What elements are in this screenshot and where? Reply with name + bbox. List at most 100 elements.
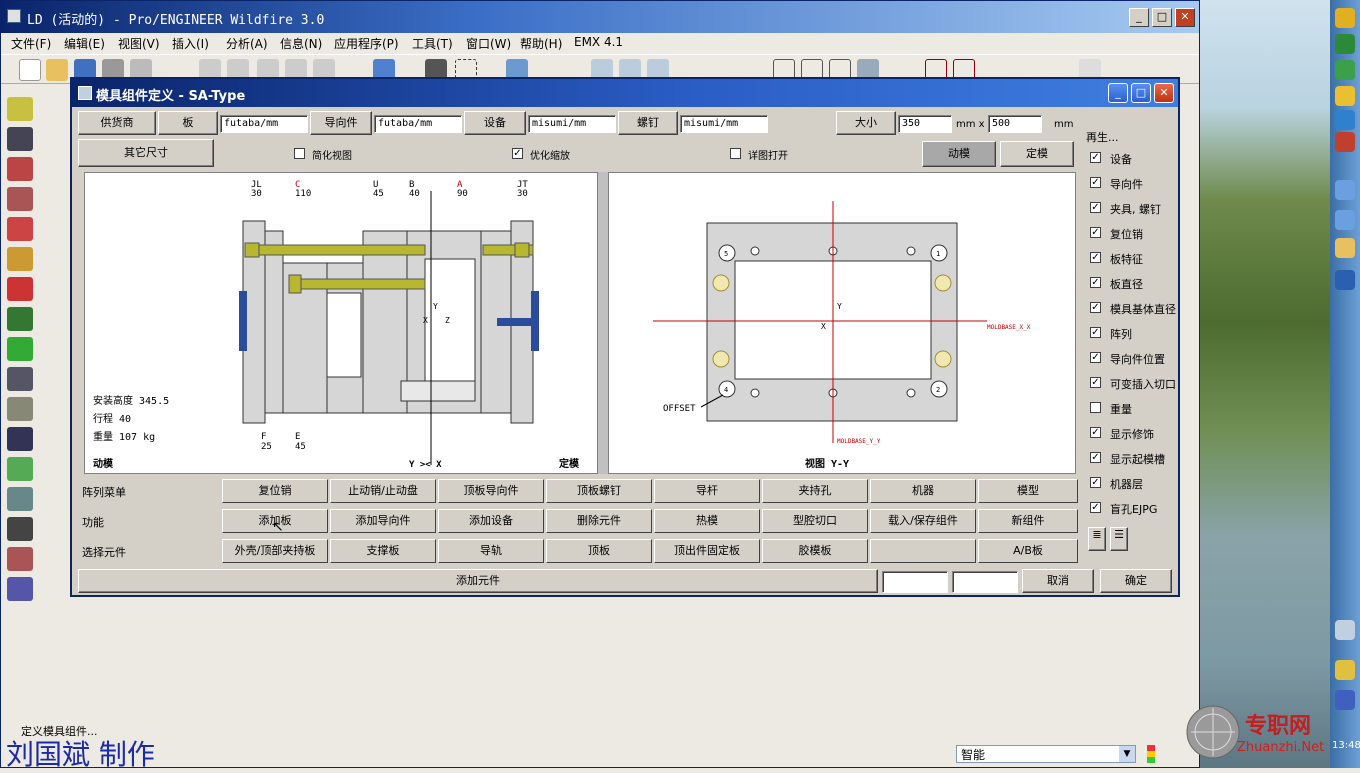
menu-tools[interactable]: 工具(T)	[412, 35, 453, 52]
stack-icon[interactable]	[7, 517, 33, 541]
open-folder-icon[interactable]	[46, 59, 68, 81]
add-equipment-button[interactable]: 添加设备	[438, 509, 544, 533]
plate-button[interactable]: 板	[158, 111, 218, 135]
delete-component-button[interactable]: 删除元件	[546, 509, 652, 533]
warning-icon[interactable]	[1335, 86, 1355, 106]
proe-icon[interactable]	[1335, 270, 1355, 290]
machine-button[interactable]: 机器	[870, 479, 976, 503]
size-button[interactable]: 大小	[836, 111, 896, 135]
cavity-cut-button[interactable]: 型腔切口	[762, 509, 868, 533]
option-checkbox[interactable]: ✓	[1090, 327, 1101, 338]
menu-window[interactable]: 窗口(W)	[466, 35, 511, 52]
ab-plate-button[interactable]: A/B板	[978, 539, 1078, 563]
option-checkbox[interactable]: ✓	[1090, 352, 1101, 363]
add-guide-button[interactable]: 添加导向件	[330, 509, 436, 533]
size-x-field[interactable]: 350	[898, 115, 952, 133]
plate-field[interactable]: futaba/mm	[220, 115, 308, 133]
selection-filter[interactable]: 智能 ▼	[956, 745, 1136, 763]
add-component-button[interactable]: 添加元件	[78, 569, 878, 593]
ejector-guide-button[interactable]: 顶板导向件	[438, 479, 544, 503]
lifter-icon[interactable]	[7, 337, 33, 361]
support-plate-button[interactable]: 支撑板	[330, 539, 436, 563]
window-icon[interactable]	[1335, 180, 1355, 200]
ejector-icon[interactable]	[7, 217, 33, 241]
volume-icon[interactable]	[1335, 660, 1355, 680]
folder-icon[interactable]	[1335, 238, 1355, 258]
detail-open-checkbox[interactable]	[730, 148, 741, 159]
load-save-assembly-button[interactable]: 载入/保存组件	[870, 509, 976, 533]
menu-emx[interactable]: EMX 4.1	[574, 35, 623, 49]
footer-field-2[interactable]	[952, 571, 1018, 593]
size-y-field[interactable]: 500	[988, 115, 1042, 133]
fixed-half-button[interactable]: 定模	[1000, 141, 1074, 167]
plate-icon[interactable]	[7, 127, 33, 151]
model-button[interactable]: 模型	[978, 479, 1078, 503]
menu-info[interactable]: 信息(N)	[280, 35, 322, 52]
window-icon[interactable]	[1335, 210, 1355, 230]
footer-field-1[interactable]	[882, 571, 948, 593]
menu-insert[interactable]: 插入(I)	[172, 35, 209, 52]
top-view-panel[interactable]: 5 1 4 2 Y X MOLDBASE_X_X MOLDBASE_Y_Y OF…	[608, 172, 1076, 474]
screw-field[interactable]: misumi/mm	[680, 115, 768, 133]
option-checkbox[interactable]: ✓	[1090, 252, 1101, 263]
screw-icon[interactable]	[7, 187, 33, 211]
menu-edit[interactable]: 编辑(E)	[64, 35, 105, 52]
hot-mold-button[interactable]: 热模	[654, 509, 760, 533]
dialog-minimize-button[interactable]: _	[1108, 83, 1128, 103]
option-checkbox[interactable]: ✓	[1090, 277, 1101, 288]
option-checkbox[interactable]: ✓	[1090, 227, 1101, 238]
dialog-maximize-button[interactable]: □	[1131, 83, 1151, 103]
maximize-button[interactable]: □	[1152, 8, 1172, 27]
keyboard-icon[interactable]	[1335, 620, 1355, 640]
cancel-button[interactable]: 取消	[1022, 569, 1094, 593]
guide-field[interactable]: futaba/mm	[374, 115, 462, 133]
ok-button[interactable]: 确定	[1100, 569, 1172, 593]
shield-icon[interactable]	[1335, 34, 1355, 54]
clamp-hole-button[interactable]: 夹持孔	[762, 479, 868, 503]
new-file-icon[interactable]	[19, 59, 41, 81]
housing-clamp-plate-button[interactable]: 外壳/顶部夹持板	[222, 539, 328, 563]
stripper-plate-button[interactable]: 胶模板	[762, 539, 868, 563]
network-icon[interactable]	[1335, 690, 1355, 710]
ejector-screw-button[interactable]: 顶板螺钉	[546, 479, 652, 503]
equipment-field[interactable]: misumi/mm	[528, 115, 616, 133]
cooling-icon[interactable]	[7, 277, 33, 301]
guide-button[interactable]: 导向件	[310, 111, 372, 135]
new-feature-icon[interactable]	[7, 97, 33, 121]
guide-rod-button[interactable]: 导杆	[654, 479, 760, 503]
assembly-icon[interactable]	[7, 427, 33, 451]
other-dims-button[interactable]: 其它尺寸	[78, 139, 214, 167]
optimize-zoom-checkbox[interactable]: ✓	[512, 148, 523, 159]
menu-help[interactable]: 帮助(H)	[520, 35, 562, 52]
ie-icon[interactable]	[1335, 110, 1355, 130]
screw-button[interactable]: 螺钉	[618, 111, 678, 135]
pin-icon[interactable]	[7, 157, 33, 181]
component-icon[interactable]	[7, 487, 33, 511]
menu-file[interactable]: 文件(F)	[11, 35, 51, 52]
option-checkbox[interactable]: ✓	[1090, 377, 1101, 388]
ejector-retainer-button[interactable]: 顶出件固定板	[654, 539, 760, 563]
menu-analysis[interactable]: 分析(A)	[226, 35, 268, 52]
option-checkbox[interactable]: ✓	[1090, 202, 1101, 213]
menu-view[interactable]: 视图(V)	[118, 35, 160, 52]
option-checkbox[interactable]: ✓	[1090, 502, 1101, 513]
ejector-plate-button[interactable]: 顶板	[546, 539, 652, 563]
db-icon[interactable]	[7, 397, 33, 421]
option-checkbox[interactable]	[1090, 402, 1101, 413]
option-checkbox[interactable]: ✓	[1090, 452, 1101, 463]
pattern-icon[interactable]	[7, 457, 33, 481]
option-checkbox[interactable]: ✓	[1090, 302, 1101, 313]
option-checkbox[interactable]: ✓	[1090, 477, 1101, 488]
shield-icon[interactable]	[1335, 8, 1355, 28]
option-checkbox[interactable]: ✓	[1090, 177, 1101, 188]
close-button[interactable]: ✕	[1175, 8, 1195, 27]
moving-half-button[interactable]: 动模	[922, 141, 996, 167]
menu-applications[interactable]: 应用程序(P)	[334, 35, 399, 52]
insert-icon[interactable]	[7, 367, 33, 391]
equipment-button[interactable]: 设备	[464, 111, 526, 135]
option-checkbox[interactable]: ✓	[1090, 427, 1101, 438]
chain-icon[interactable]	[7, 577, 33, 601]
reset-pin-button[interactable]: 复位销	[222, 479, 328, 503]
stop-pin-button[interactable]: 止动销/止动盘	[330, 479, 436, 503]
option-checkbox[interactable]: ✓	[1090, 152, 1101, 163]
